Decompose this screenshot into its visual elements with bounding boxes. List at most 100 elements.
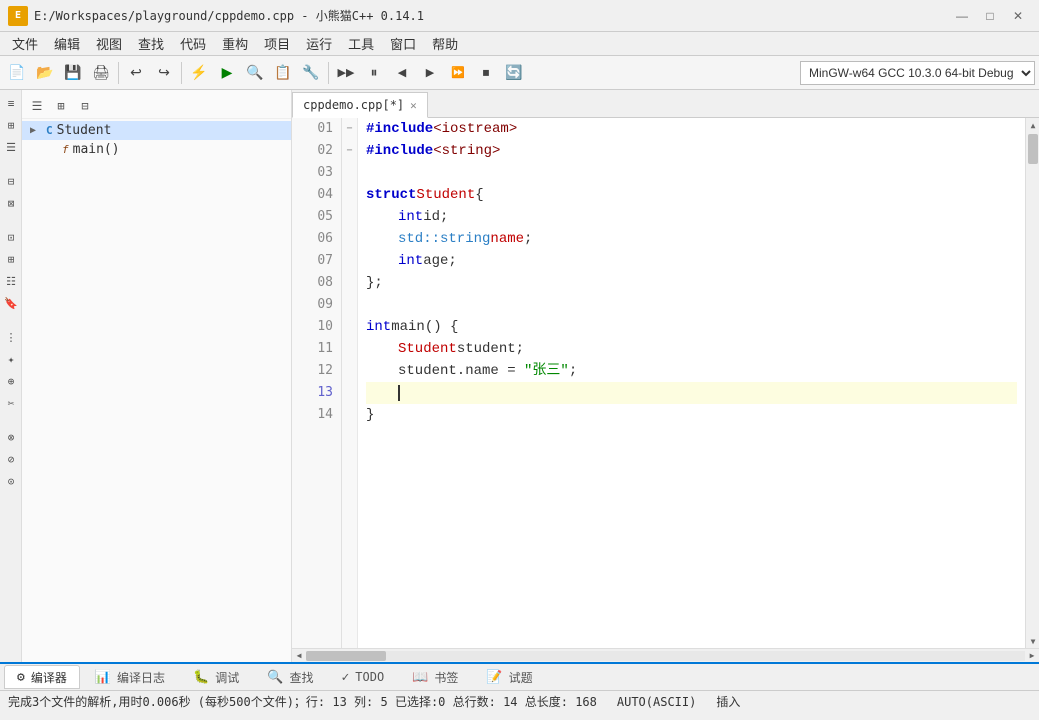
find-tab-label: 查找 <box>289 669 313 686</box>
menu-edit[interactable]: 编辑 <box>46 33 88 55</box>
scroll-down-button[interactable]: ▼ <box>1026 634 1039 648</box>
sidebar-icon-10[interactable]: ⋮ <box>2 328 20 346</box>
tb-stop[interactable]: ⏹ <box>473 60 499 86</box>
code-line-5: int id; <box>366 206 1017 228</box>
tree-label-student: Student <box>57 123 112 138</box>
h-scroll-track[interactable] <box>306 651 1025 661</box>
editor-tab-cppdemo[interactable]: cppdemo.cpp[*] ✕ <box>292 92 428 118</box>
menu-view[interactable]: 视图 <box>88 33 130 55</box>
tb-compile-flash[interactable]: ⚡ <box>186 60 212 86</box>
status-bar: 完成3个文件的解析,用时0.006秒 (每秒500个文件)；行: 13 列: 5… <box>0 690 1039 712</box>
code-line-13 <box>366 382 1017 404</box>
sidebar-icon-16[interactable]: ⊙ <box>2 472 20 490</box>
scroll-thumb[interactable] <box>1028 134 1038 164</box>
close-button[interactable]: ✕ <box>1005 6 1031 26</box>
sidebar-icon-5[interactable]: ⊠ <box>2 194 20 212</box>
h-scroll-left[interactable]: ◀ <box>292 649 306 663</box>
compiler-select[interactable]: MinGW-w64 GCC 10.3.0 64-bit Debug <box>800 61 1035 85</box>
tree-toolbar: ☰ ⊞ ⊟ <box>22 94 291 119</box>
sidebar-icon-12[interactable]: ⊕ <box>2 372 20 390</box>
tb-step-out[interactable]: ⏩ <box>445 60 471 86</box>
tb-print[interactable]: 🖨 <box>88 60 114 86</box>
tree-item-student[interactable]: ▶ C Student <box>22 121 291 140</box>
bottom-tab-problems[interactable]: 📝 试题 <box>473 665 545 689</box>
menu-code[interactable]: 代码 <box>172 33 214 55</box>
tree-item-main[interactable]: f main() <box>22 140 291 159</box>
tb-run[interactable]: ▶ <box>214 60 240 86</box>
sidebar-icon-3[interactable]: ☰ <box>2 138 20 156</box>
code-line-11: Student student; <box>366 338 1017 360</box>
tb-step-next[interactable]: ▶ <box>417 60 443 86</box>
sidebar-icon-9[interactable]: 🔖 <box>2 294 20 312</box>
todo-tab-icon: ✓ <box>341 670 349 685</box>
menu-refactor[interactable]: 重构 <box>214 33 256 55</box>
code-line-12: student.name = "张三"; <box>366 360 1017 382</box>
sidebar-icon-13[interactable]: ✂ <box>2 394 20 412</box>
code-line-7: int age; <box>366 250 1017 272</box>
code-line-10: int main() { <box>366 316 1017 338</box>
problems-tab-icon: 📝 <box>486 670 502 685</box>
bottom-tab-debug[interactable]: 🐛 调试 <box>180 665 252 689</box>
tb-copy[interactable]: 📋 <box>270 60 296 86</box>
editor-area: cppdemo.cpp[*] ✕ 01 02 03 04 05 06 07 08… <box>292 90 1039 662</box>
sidebar-icon-8[interactable]: ☷ <box>2 272 20 290</box>
sidebar-icon-11[interactable]: ✦ <box>2 350 20 368</box>
tb-save[interactable]: 💾 <box>60 60 86 86</box>
problems-tab-label: 试题 <box>509 669 533 686</box>
menu-search[interactable]: 查找 <box>130 33 172 55</box>
status-encoding: AUTO(ASCII) <box>617 695 696 709</box>
bottom-tabs: ⚙ 编译器 📊 编译日志 🐛 调试 🔍 查找 ✓ TODO 📖 书签 📝 试题 <box>0 662 1039 690</box>
bottom-tab-find[interactable]: 🔍 查找 <box>254 665 326 689</box>
scroll-up-button[interactable]: ▲ <box>1026 118 1039 132</box>
tb-open[interactable]: 📂 <box>32 60 58 86</box>
h-scroll-thumb[interactable] <box>306 651 386 661</box>
tb-step-back[interactable]: ◀ <box>389 60 415 86</box>
minimize-button[interactable]: — <box>949 6 975 26</box>
tb-new[interactable]: 📄 <box>4 60 30 86</box>
fold-column: − − <box>342 118 358 648</box>
tb-settings[interactable]: 🔧 <box>298 60 324 86</box>
tab-close-button[interactable]: ✕ <box>410 99 417 112</box>
tb-undo[interactable]: ↩ <box>123 60 149 86</box>
bottom-tab-compile-log[interactable]: 📊 编译日志 <box>82 665 178 689</box>
sidebar-icon-1[interactable]: ≡ <box>2 94 20 112</box>
tb-pause[interactable]: ⏸ <box>361 60 387 86</box>
tb-find[interactable]: 🔍 <box>242 60 268 86</box>
tree-btn-1[interactable]: ☰ <box>26 96 48 116</box>
bottom-tab-compiler[interactable]: ⚙ 编译器 <box>4 665 80 689</box>
bookmarks-tab-icon: 📖 <box>412 670 428 685</box>
title-text: E:/Workspaces/playground/cppdemo.cpp - 小… <box>34 7 424 24</box>
code-line-9 <box>366 294 1017 316</box>
tree-btn-3[interactable]: ⊟ <box>74 96 96 116</box>
debug-tab-icon: 🐛 <box>193 670 209 685</box>
compile-log-tab-label: 编译日志 <box>117 669 165 686</box>
debug-tab-label: 调试 <box>215 669 239 686</box>
code-line-2: #include <string> <box>366 140 1017 162</box>
line-numbers: 01 02 03 04 05 06 07 08 09 10 11 12 13 1… <box>292 118 342 648</box>
tb-step-into[interactable]: ▶▶ <box>333 60 359 86</box>
menu-help[interactable]: 帮助 <box>424 33 466 55</box>
title-controls: — □ ✕ <box>949 6 1031 26</box>
bottom-tab-todo[interactable]: ✓ TODO <box>328 665 397 689</box>
code-editor[interactable]: #include <iostream> #include <string> st… <box>358 118 1025 648</box>
menu-project[interactable]: 项目 <box>256 33 298 55</box>
main-area: ≡ ⊞ ☰ ⊟ ⊠ ⊡ ⊞ ☷ 🔖 ⋮ ✦ ⊕ ✂ ⊗ ⊘ ⊙ ☰ ⊞ ⊟ ▶ … <box>0 90 1039 662</box>
tree-btn-2[interactable]: ⊞ <box>50 96 72 116</box>
h-scroll-right[interactable]: ▶ <box>1025 649 1039 663</box>
bottom-tab-bookmarks[interactable]: 📖 书签 <box>399 665 471 689</box>
sidebar-icon-2[interactable]: ⊞ <box>2 116 20 134</box>
menu-window[interactable]: 窗口 <box>382 33 424 55</box>
menu-tools[interactable]: 工具 <box>340 33 382 55</box>
tb-redo[interactable]: ↪ <box>151 60 177 86</box>
sidebar-icon-6[interactable]: ⊡ <box>2 228 20 246</box>
menu-run[interactable]: 运行 <box>298 33 340 55</box>
sidebar-icon-15[interactable]: ⊘ <box>2 450 20 468</box>
maximize-button[interactable]: □ <box>977 6 1003 26</box>
sidebar-icon-4[interactable]: ⊟ <box>2 172 20 190</box>
menu-file[interactable]: 文件 <box>4 33 46 55</box>
sidebar-icon-7[interactable]: ⊞ <box>2 250 20 268</box>
status-insert-mode: 插入 <box>716 693 740 710</box>
tb-restart[interactable]: 🔄 <box>501 60 527 86</box>
code-line-8: }; <box>366 272 1017 294</box>
sidebar-icon-14[interactable]: ⊗ <box>2 428 20 446</box>
